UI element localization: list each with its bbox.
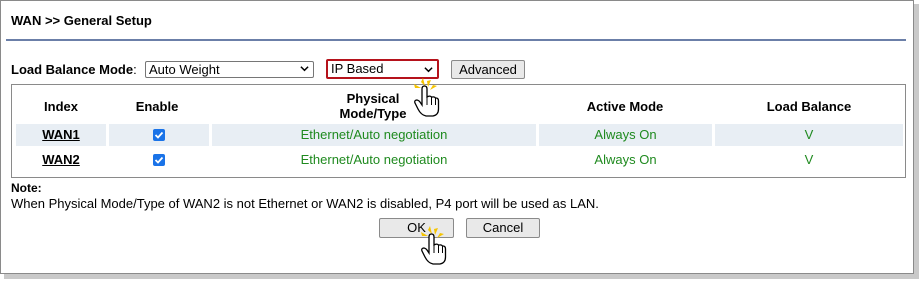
physical-mode-value: Ethernet/Auto negotiation: [300, 152, 448, 167]
header-physical-line2: Mode/Type: [339, 106, 407, 121]
wan2-link[interactable]: WAN2: [36, 152, 86, 167]
table-row: WAN2 Ethernet/Auto negotiation Always On…: [16, 149, 903, 171]
load-balance-mode-value: Auto Weight: [149, 62, 220, 77]
physical-mode-value: Ethernet/Auto negotiation: [300, 127, 448, 142]
ip-based-value: IP Based: [331, 61, 384, 76]
chevron-down-icon: [300, 66, 309, 72]
header-index: Index: [44, 99, 78, 114]
table-row: WAN1 Ethernet/Auto negotiation Always On…: [16, 124, 903, 146]
page-title: WAN >> General Setup: [11, 13, 152, 28]
window-shadow-right: [914, 4, 919, 278]
checkbox-checked-icon[interactable]: [153, 129, 165, 141]
hand-cursor-icon: [414, 78, 440, 117]
load-balance-mode-text: Load Balance Mode: [11, 62, 134, 77]
header-enable: Enable: [135, 99, 179, 114]
header-load-balance: Load Balance: [766, 99, 852, 114]
checkbox-checked-icon[interactable]: [153, 154, 165, 166]
cancel-button[interactable]: Cancel: [466, 218, 540, 238]
ip-based-select[interactable]: IP Based: [326, 59, 439, 79]
load-balance-value: V: [804, 127, 814, 142]
load-balance-mode-select[interactable]: Auto Weight: [145, 61, 314, 78]
note-heading: Note:: [11, 181, 42, 195]
window-shadow-bottom: [4, 274, 919, 279]
active-mode-value: Always On: [594, 127, 657, 142]
note-text: When Physical Mode/Type of WAN2 is not E…: [11, 196, 599, 211]
wan1-link[interactable]: WAN1: [36, 127, 86, 142]
header-physical-line1: Physical: [346, 91, 400, 106]
load-balance-value: V: [804, 152, 814, 167]
hand-cursor-icon: [421, 226, 447, 265]
advanced-button[interactable]: Advanced: [451, 60, 525, 79]
title-divider: [6, 39, 906, 41]
load-balance-mode-label: Load Balance Mode:: [11, 62, 137, 77]
label-colon: :: [133, 62, 137, 77]
chevron-down-icon: [424, 67, 433, 73]
header-active-mode: Active Mode: [586, 99, 664, 114]
wan-table: Index Enable Physical Mode/Type Active M…: [11, 84, 906, 178]
active-mode-value: Always On: [594, 152, 657, 167]
